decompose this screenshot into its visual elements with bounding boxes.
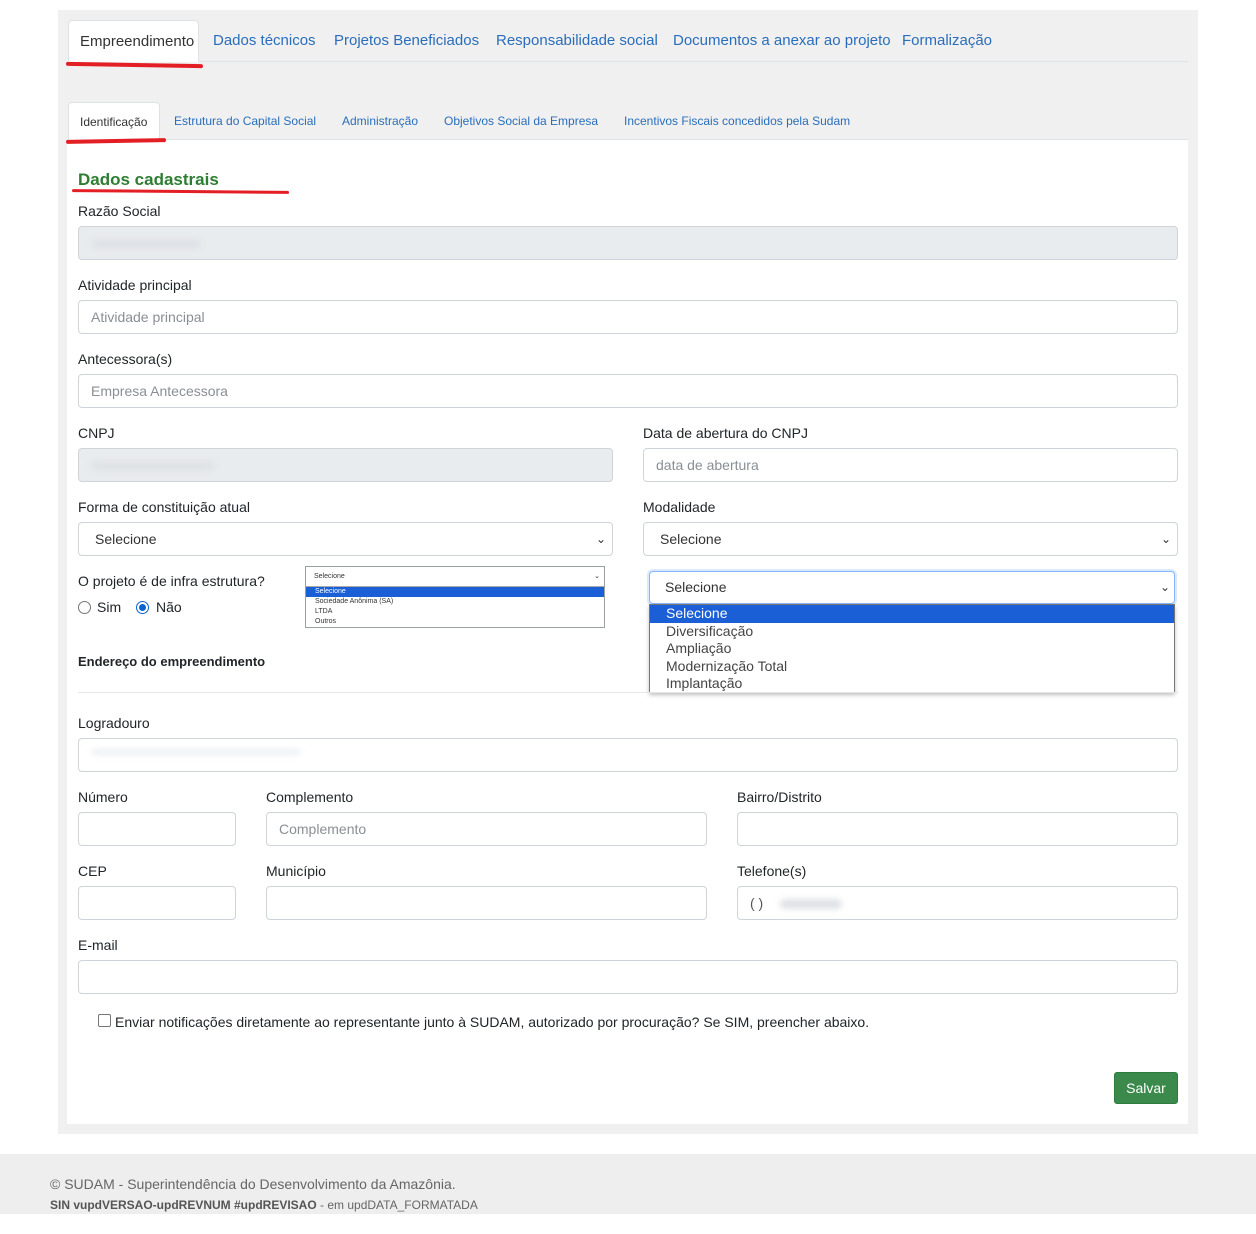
data-abertura-label: Data de abertura do CNPJ [643,425,808,441]
version-text: SIN vupdVERSAO-updREVNUM #updREVISAO [50,1198,317,1212]
modalidade-option[interactable]: Modernização Total [650,658,1174,676]
modalidade-select-value: Selecione [660,531,722,547]
forma-select[interactable]: Selecione ⌄ [78,522,613,556]
modalidade-option[interactable]: Ampliação [650,640,1174,658]
version-date: - em updDATA_FORMATADA [316,1198,478,1212]
tab-projetos-beneficiados[interactable]: Projetos Beneficiados [334,20,479,62]
municipio-label: Município [266,863,326,879]
chevron-down-icon: ⌄ [1159,580,1170,594]
tab-empreendimento[interactable]: Empreendimento [68,20,199,62]
modalidade-label: Modalidade [643,499,716,515]
divider [78,692,1178,693]
email-label: E-mail [78,937,118,953]
infra-nao-label: Não [156,599,182,615]
forma-option[interactable]: Sociedade Anônima (SA) [306,597,604,607]
modalidade-dropdown-current[interactable]: Selecione ⌄ [649,571,1175,604]
antecessora-input[interactable] [78,374,1178,408]
infra-nao-radio[interactable] [136,601,149,614]
cep-label: CEP [78,863,107,879]
data-abertura-input[interactable] [643,448,1178,482]
subtab-identificacao[interactable]: Identificação [68,102,160,140]
modalidade-option[interactable]: Selecione [650,605,1174,623]
tab-responsabilidade-social[interactable]: Responsabilidade social [496,20,658,62]
complemento-input[interactable] [266,812,707,846]
modalidade-option[interactable]: Diversificação [650,623,1174,641]
tab-documentos[interactable]: Documentos a anexar ao projeto [673,20,891,62]
forma-option[interactable]: Selecione [306,587,604,597]
notify-checkbox[interactable] [98,1014,111,1027]
infra-sim-label: Sim [97,599,122,615]
numero-label: Número [78,789,128,805]
bairro-input[interactable] [737,812,1178,846]
subtab-incentivos[interactable]: Incentivos Fiscais concedidos pela Sudam [624,102,850,140]
telefone-input[interactable]: ( ) [737,886,1178,920]
chevron-down-icon: ⌄ [1160,532,1171,546]
complemento-label: Complemento [266,789,354,805]
forma-label: Forma de constituição atual [78,499,250,515]
forma-select-value: Selecione [95,531,157,547]
main-tabs: Empreendimento Dados técnicos Projetos B… [68,20,1188,62]
subtab-estrutura-capital[interactable]: Estrutura do Capital Social [174,102,316,140]
infra-sim-radio[interactable] [78,601,91,614]
modalidade-option[interactable]: Implantação [650,675,1174,693]
email-input[interactable] [78,960,1178,994]
subtab-administracao[interactable]: Administração [342,102,418,140]
cnpj-label: CNPJ [78,425,115,441]
infra-label: O projeto é de infra estrutura? [78,573,265,589]
municipio-input[interactable] [266,886,707,920]
sub-tabs: Identificação Estrutura do Capital Socia… [68,102,1188,140]
cep-input[interactable] [78,886,236,920]
endereco-heading: Endereço do empreendimento [78,654,266,669]
footer-version: SIN vupdVERSAO-updREVNUM #updREVISAO - e… [50,1198,478,1212]
atividade-label: Atividade principal [78,277,192,293]
chevron-down-icon: ⌄ [594,573,600,580]
cnpj-input [78,448,613,482]
save-button[interactable]: Salvar [1114,1072,1178,1104]
antecessora-label: Antecessora(s) [78,351,173,367]
atividade-input[interactable] [78,300,1178,334]
forma-dropdown-current[interactable]: Selecione ⌄ [306,567,604,587]
forma-dropdown-popup[interactable]: Selecione ⌄ Selecione Sociedade Anônima … [305,566,605,628]
tab-formalizacao[interactable]: Formalização [902,20,992,62]
telefone-prefix: ( ) [750,895,764,911]
forma-option[interactable]: Outros [306,617,604,627]
notify-label: Enviar notificações diretamente ao repre… [115,1014,870,1030]
modalidade-dropdown-list[interactable]: Selecione Diversificação Ampliação Moder… [649,604,1175,693]
forma-option[interactable]: LTDA [306,607,604,617]
footer-copyright: © SUDAM - Superintendência do Desenvolvi… [50,1176,456,1192]
tab-dados-tecnicos[interactable]: Dados técnicos [213,20,316,62]
bairro-label: Bairro/Distrito [737,789,822,805]
modalidade-select[interactable]: Selecione ⌄ [643,522,1178,556]
numero-input[interactable] [78,812,236,846]
telefone-label: Telefone(s) [737,863,807,879]
section-title: Dados cadastrais [78,170,219,189]
logradouro-input[interactable] [78,738,1178,772]
logradouro-label: Logradouro [78,715,150,731]
razao-social-input [78,226,1178,260]
chevron-down-icon: ⌄ [595,532,606,546]
subtab-objetivos[interactable]: Objetivos Social da Empresa [444,102,598,140]
razao-social-label: Razão Social [78,203,161,219]
